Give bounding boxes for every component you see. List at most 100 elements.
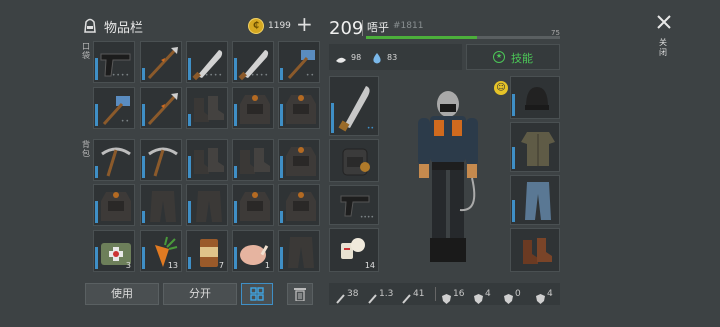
meds-qty: 14 (364, 261, 375, 270)
item-quantity: 7 (218, 261, 224, 270)
inventory-slot[interactable] (93, 139, 135, 181)
skills-button[interactable]: ★ 技能 (466, 44, 560, 70)
boots-icon (240, 148, 270, 174)
quick-slot-backpack[interactable] (329, 139, 379, 182)
mood-icon: ☺ (494, 81, 508, 95)
inventory-slot[interactable]: •••• (186, 41, 228, 83)
inventory-slot[interactable] (278, 139, 320, 181)
backpack-label: 背包 (82, 140, 90, 158)
quick-slot-meds[interactable]: 14 (329, 228, 379, 272)
damage-icon (368, 289, 377, 304)
beanie-icon (525, 87, 549, 110)
use-button[interactable]: 使用 (85, 283, 159, 305)
character-level: 209 (329, 18, 364, 39)
equip-slot-head[interactable] (510, 76, 560, 119)
item-charge-dots: •••• (204, 72, 223, 79)
vest-icon (240, 192, 270, 221)
inventory-slot[interactable] (232, 184, 274, 226)
stat-value: 16 (453, 289, 465, 299)
cold-icon (474, 289, 483, 304)
stat-value: 4 (485, 289, 491, 299)
pickaxe-icon (148, 147, 178, 177)
inventory-slot[interactable]: •• (93, 87, 135, 129)
coin-icon: ₵ (248, 18, 264, 34)
fire-icon (536, 289, 545, 304)
equip-slot-legs[interactable] (510, 175, 560, 225)
inventory-slot[interactable] (186, 87, 228, 129)
trash-button[interactable] (287, 283, 313, 305)
vest-icon (101, 192, 131, 221)
stat-value: 0 (515, 289, 521, 299)
hydration-icon (335, 51, 347, 63)
inventory-slot[interactable]: 3 (93, 230, 135, 272)
pickaxe-icon (101, 147, 131, 177)
item-charge-dots: •••• (111, 72, 130, 79)
star-icon: ★ (493, 51, 505, 63)
stat-value: 38 (347, 289, 359, 299)
vest-icon (286, 192, 316, 221)
split-button[interactable]: 分开 (163, 283, 237, 305)
character-name: 唔乎 (367, 21, 389, 34)
sort-grid-button[interactable] (241, 283, 273, 305)
item-quantity: 3 (125, 261, 131, 270)
inventory-slot[interactable]: 13 (140, 230, 182, 272)
character-model (400, 82, 496, 272)
inventory-slot[interactable] (140, 184, 182, 226)
pants-icon (196, 191, 222, 222)
water-value: 83 (387, 53, 398, 62)
backpack-icon (342, 148, 370, 176)
close-button[interactable]: 关闭 (652, 12, 676, 66)
item-quantity: 13 (167, 261, 178, 270)
defense-icon (442, 289, 451, 304)
inventory-slot[interactable] (232, 139, 274, 181)
inventory-slot[interactable] (140, 41, 182, 83)
pants-icon (288, 237, 314, 268)
inventory-slot[interactable] (186, 184, 228, 226)
boots-icon (194, 148, 224, 174)
stats-divider (435, 287, 436, 301)
inventory-slot[interactable] (93, 184, 135, 226)
bio-icon (504, 289, 513, 304)
boots-icon (523, 238, 552, 264)
vest-icon (286, 147, 316, 176)
close-icon (657, 15, 671, 29)
inventory-title: 物品栏 (104, 21, 144, 36)
vest-icon (240, 95, 270, 124)
inventory-slot[interactable] (232, 87, 274, 129)
inventory-slot[interactable]: •• (278, 41, 320, 83)
item-quantity: 1 (264, 261, 270, 270)
grid-icon (250, 287, 264, 301)
inventory-slot[interactable] (140, 87, 182, 129)
add-coins-button[interactable]: + (296, 14, 313, 34)
inventory-slot[interactable]: •••• (93, 41, 135, 83)
equip-slot-chest[interactable] (510, 122, 560, 172)
equip-slot-feet[interactable] (510, 228, 560, 272)
pocket-label: 口袋 (82, 42, 90, 60)
xp-bar (366, 36, 560, 39)
spear-icon (147, 93, 178, 126)
close-label: 关闭 (659, 38, 667, 57)
inventory-slot[interactable]: •••• (232, 41, 274, 83)
item-charge-dots: •• (120, 118, 130, 125)
hydration-value: 98 (351, 53, 362, 62)
speed-icon (402, 289, 411, 304)
pants-icon (150, 191, 176, 222)
inventory-slot[interactable] (186, 139, 228, 181)
quick-slot-weapon[interactable]: •• (329, 76, 379, 136)
inventory-slot[interactable] (278, 184, 320, 226)
boots-icon (194, 96, 224, 122)
inventory-slot[interactable] (278, 87, 320, 129)
xp-bar-fill (366, 36, 477, 39)
stat-value: 41 (413, 289, 425, 299)
inventory-slot[interactable] (278, 230, 320, 272)
inventory-slot[interactable]: 1 (232, 230, 274, 272)
trash-icon (294, 288, 306, 302)
quick-slot-sidearm[interactable]: •••• (329, 185, 379, 225)
inventory-slot[interactable]: 7 (186, 230, 228, 272)
bandage-icon (341, 238, 365, 259)
inventory-slot[interactable] (140, 139, 182, 181)
item-charge-dots: •• (305, 72, 315, 79)
level-divider (362, 20, 363, 36)
jeans-icon (525, 182, 551, 220)
jacket-icon (521, 132, 555, 166)
